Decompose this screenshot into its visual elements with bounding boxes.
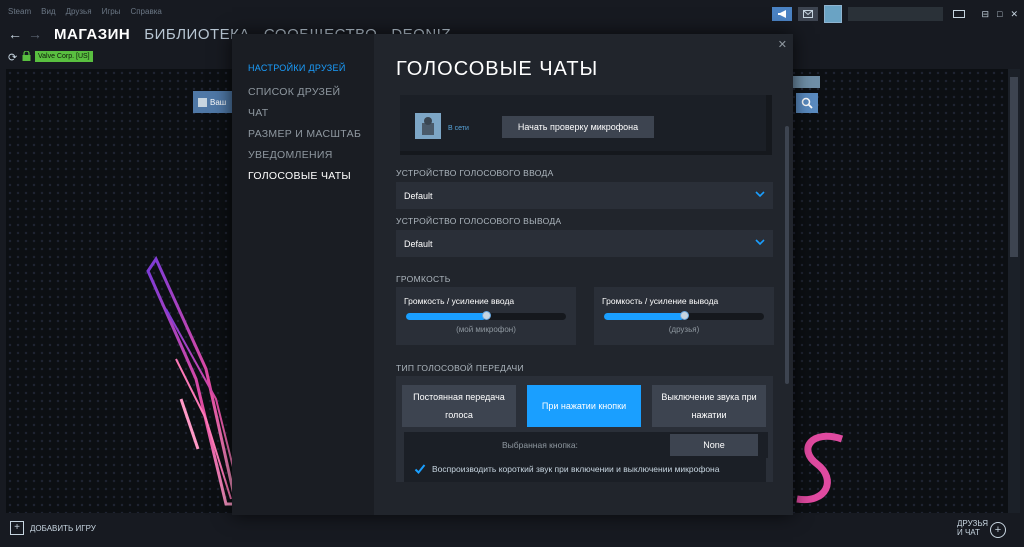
tx-option-push-to-talk-label: При нажатии кнопки bbox=[541, 401, 627, 411]
add-game-label: ДОБАВИТЬ ИГРУ bbox=[30, 523, 96, 533]
output-device-select[interactable]: Default bbox=[396, 230, 773, 257]
tx-option-push-to-mute-line1: Выключение звука при bbox=[661, 392, 757, 402]
store-scrollbar[interactable] bbox=[1008, 69, 1020, 513]
store-icon bbox=[198, 97, 207, 107]
settings-sidebar: НАСТРОЙКИ ДРУЗЕЙ СПИСОК ДРУЗЕЙ ЧАТ РАЗМЕ… bbox=[232, 34, 374, 515]
mic-test-button[interactable]: Начать проверку микрофона bbox=[502, 116, 654, 138]
envelope-icon bbox=[803, 10, 814, 18]
input-device-select[interactable]: Default bbox=[396, 182, 773, 209]
menu-steam[interactable]: Steam bbox=[8, 7, 31, 16]
mic-test-panel: В сети Начать проверку микрофона bbox=[400, 95, 772, 155]
settings-content: ГОЛОСОВЫЕ ЧАТЫ В сети Начать проверку ми… bbox=[374, 34, 793, 515]
chevron-down-icon bbox=[755, 238, 765, 249]
store-your-store-button[interactable]: Ваш bbox=[193, 91, 237, 113]
store-search-tab[interactable] bbox=[792, 76, 820, 88]
volume-label: ГРОМКОСТЬ bbox=[396, 274, 451, 284]
title-bar-right: ⊟ □ ✕ bbox=[772, 5, 1018, 23]
sidebar-menu: СПИСОК ДРУЗЕЙ ЧАТ РАЗМЕР И МАСШТАБ УВЕДО… bbox=[248, 86, 361, 182]
user-avatar[interactable] bbox=[824, 5, 843, 23]
output-volume-title: Громкость / усиление вывода bbox=[602, 296, 719, 306]
sidebar-item-chat[interactable]: ЧАТ bbox=[248, 107, 361, 119]
add-friend-icon[interactable]: + bbox=[990, 522, 1006, 538]
input-device-label: УСТРОЙСТВО ГОЛОСОВОГО ВВОДА bbox=[396, 168, 554, 178]
sidebar-item-friends-list[interactable]: СПИСОК ДРУЗЕЙ bbox=[248, 86, 361, 98]
store-search-button[interactable] bbox=[796, 93, 818, 113]
window-controls: ⊟ □ ✕ bbox=[981, 9, 1018, 20]
store-button-label: Ваш bbox=[210, 97, 227, 107]
sound-checkbox-row[interactable]: Воспроизводить короткий звук при включен… bbox=[404, 458, 766, 482]
friends-chat-button[interactable]: ДРУЗЬЯ И ЧАТ bbox=[957, 519, 988, 537]
input-volume-knob[interactable] bbox=[482, 311, 491, 320]
account-menu[interactable] bbox=[848, 7, 944, 21]
announcement-button[interactable] bbox=[772, 7, 793, 21]
input-volume-fill bbox=[406, 313, 486, 320]
output-device-label: УСТРОЙСТВО ГОЛОСОВОГО ВЫВОДА bbox=[396, 216, 562, 226]
selected-key-row: Выбранная кнопка: None bbox=[404, 432, 768, 458]
megaphone-icon bbox=[777, 10, 786, 18]
forward-arrow-icon[interactable]: → bbox=[28, 26, 42, 42]
certificate-badge[interactable]: Valve Corp. [US] bbox=[35, 51, 93, 62]
big-picture-button[interactable] bbox=[949, 7, 969, 21]
sidebar-item-voice-chats[interactable]: ГОЛОСОВЫЕ ЧАТЫ bbox=[248, 170, 361, 182]
reload-icon[interactable]: ⟳ bbox=[8, 51, 17, 64]
dialog-scrollbar[interactable] bbox=[785, 126, 789, 384]
notifications-button[interactable] bbox=[798, 7, 819, 21]
transmission-panel: Постоянная передача голоса При нажатии кн… bbox=[396, 376, 773, 482]
output-volume-slider[interactable] bbox=[604, 311, 764, 320]
input-volume-caption: (мой микрофон) bbox=[456, 325, 516, 334]
title-bar: Steam Вид Друзья Игры Справка ⊟ □ ✕ bbox=[0, 0, 1024, 26]
menu-games[interactable]: Игры bbox=[102, 7, 121, 16]
transmission-label: ТИП ГОЛОСОВОЙ ПЕРЕДАЧИ bbox=[396, 363, 524, 373]
friends-chat-label-2: И ЧАТ bbox=[957, 528, 980, 537]
output-volume-knob[interactable] bbox=[680, 311, 689, 320]
menu-friends[interactable]: Друзья bbox=[66, 7, 92, 16]
output-volume-caption: (друзья) bbox=[668, 325, 700, 334]
tx-option-push-to-talk[interactable]: При нажатии кнопки bbox=[527, 385, 641, 427]
add-game-button[interactable]: + ДОБАВИТЬ ИГРУ bbox=[10, 521, 96, 535]
close-window-icon[interactable]: ✕ bbox=[1010, 9, 1018, 20]
tx-option-push-to-mute[interactable]: Выключение звука при нажатии bbox=[652, 385, 766, 427]
tx-option-open-mic-line2: голоса bbox=[445, 410, 473, 420]
tx-option-open-mic[interactable]: Постоянная передача голоса bbox=[402, 385, 516, 427]
input-volume-slider[interactable] bbox=[406, 311, 566, 320]
nav-arrows: ← → bbox=[8, 26, 42, 42]
friends-chat-label-1: ДРУЗЬЯ bbox=[957, 519, 988, 528]
banner-art-right bbox=[796, 432, 844, 504]
selected-key-label: Выбранная кнопка: bbox=[502, 440, 578, 450]
input-volume-title: Громкость / усиление ввода bbox=[404, 296, 515, 306]
store-scrollbar-thumb[interactable] bbox=[1010, 77, 1018, 257]
sound-checkbox-label: Воспроизводить короткий звук при включен… bbox=[432, 464, 720, 474]
sidebar-item-size-scale[interactable]: РАЗМЕР И МАСШТАБ bbox=[248, 128, 361, 140]
search-icon bbox=[801, 97, 813, 109]
output-device-value: Default bbox=[404, 238, 433, 249]
friends-settings-dialog: НАСТРОЙКИ ДРУЗЕЙ СПИСОК ДРУЗЕЙ ЧАТ РАЗМЕ… bbox=[232, 34, 793, 515]
checkmark-icon[interactable] bbox=[414, 463, 426, 475]
avatar bbox=[415, 113, 441, 139]
menu-bar: Steam Вид Друзья Игры Справка bbox=[8, 7, 162, 16]
bottom-bar: + ДОБАВИТЬ ИГРУ ДРУЗЬЯ И ЧАТ + bbox=[0, 513, 1024, 547]
chevron-down-icon bbox=[755, 190, 765, 201]
close-icon[interactable]: ✕ bbox=[778, 38, 787, 51]
back-arrow-icon[interactable]: ← bbox=[8, 26, 22, 42]
tx-option-push-to-mute-line2: нажатии bbox=[691, 410, 727, 420]
banner-art-left bbox=[146, 255, 242, 506]
minimize-icon[interactable]: ⊟ bbox=[981, 9, 989, 20]
selected-key-button[interactable]: None bbox=[670, 434, 758, 456]
tab-store[interactable]: МАГАЗИН bbox=[54, 26, 130, 43]
online-status: В сети bbox=[448, 125, 469, 132]
input-device-value: Default bbox=[404, 190, 433, 201]
lock-icon bbox=[22, 50, 31, 64]
maximize-icon[interactable]: □ bbox=[997, 9, 1002, 20]
menu-view[interactable]: Вид bbox=[41, 7, 55, 16]
output-volume-fill bbox=[604, 313, 684, 320]
sidebar-item-notifications[interactable]: УВЕДОМЛЕНИЯ bbox=[248, 149, 361, 161]
menu-help[interactable]: Справка bbox=[130, 7, 161, 16]
page-title: ГОЛОСОВЫЕ ЧАТЫ bbox=[396, 58, 599, 80]
plus-icon: + bbox=[10, 521, 24, 535]
input-volume-panel: Громкость / усиление ввода (мой микрофон… bbox=[396, 287, 576, 345]
monitor-icon bbox=[953, 9, 966, 18]
tx-option-open-mic-line1: Постоянная передача bbox=[413, 392, 505, 402]
sidebar-heading: НАСТРОЙКИ ДРУЗЕЙ bbox=[248, 63, 346, 73]
output-volume-panel: Громкость / усиление вывода (друзья) bbox=[594, 287, 774, 345]
